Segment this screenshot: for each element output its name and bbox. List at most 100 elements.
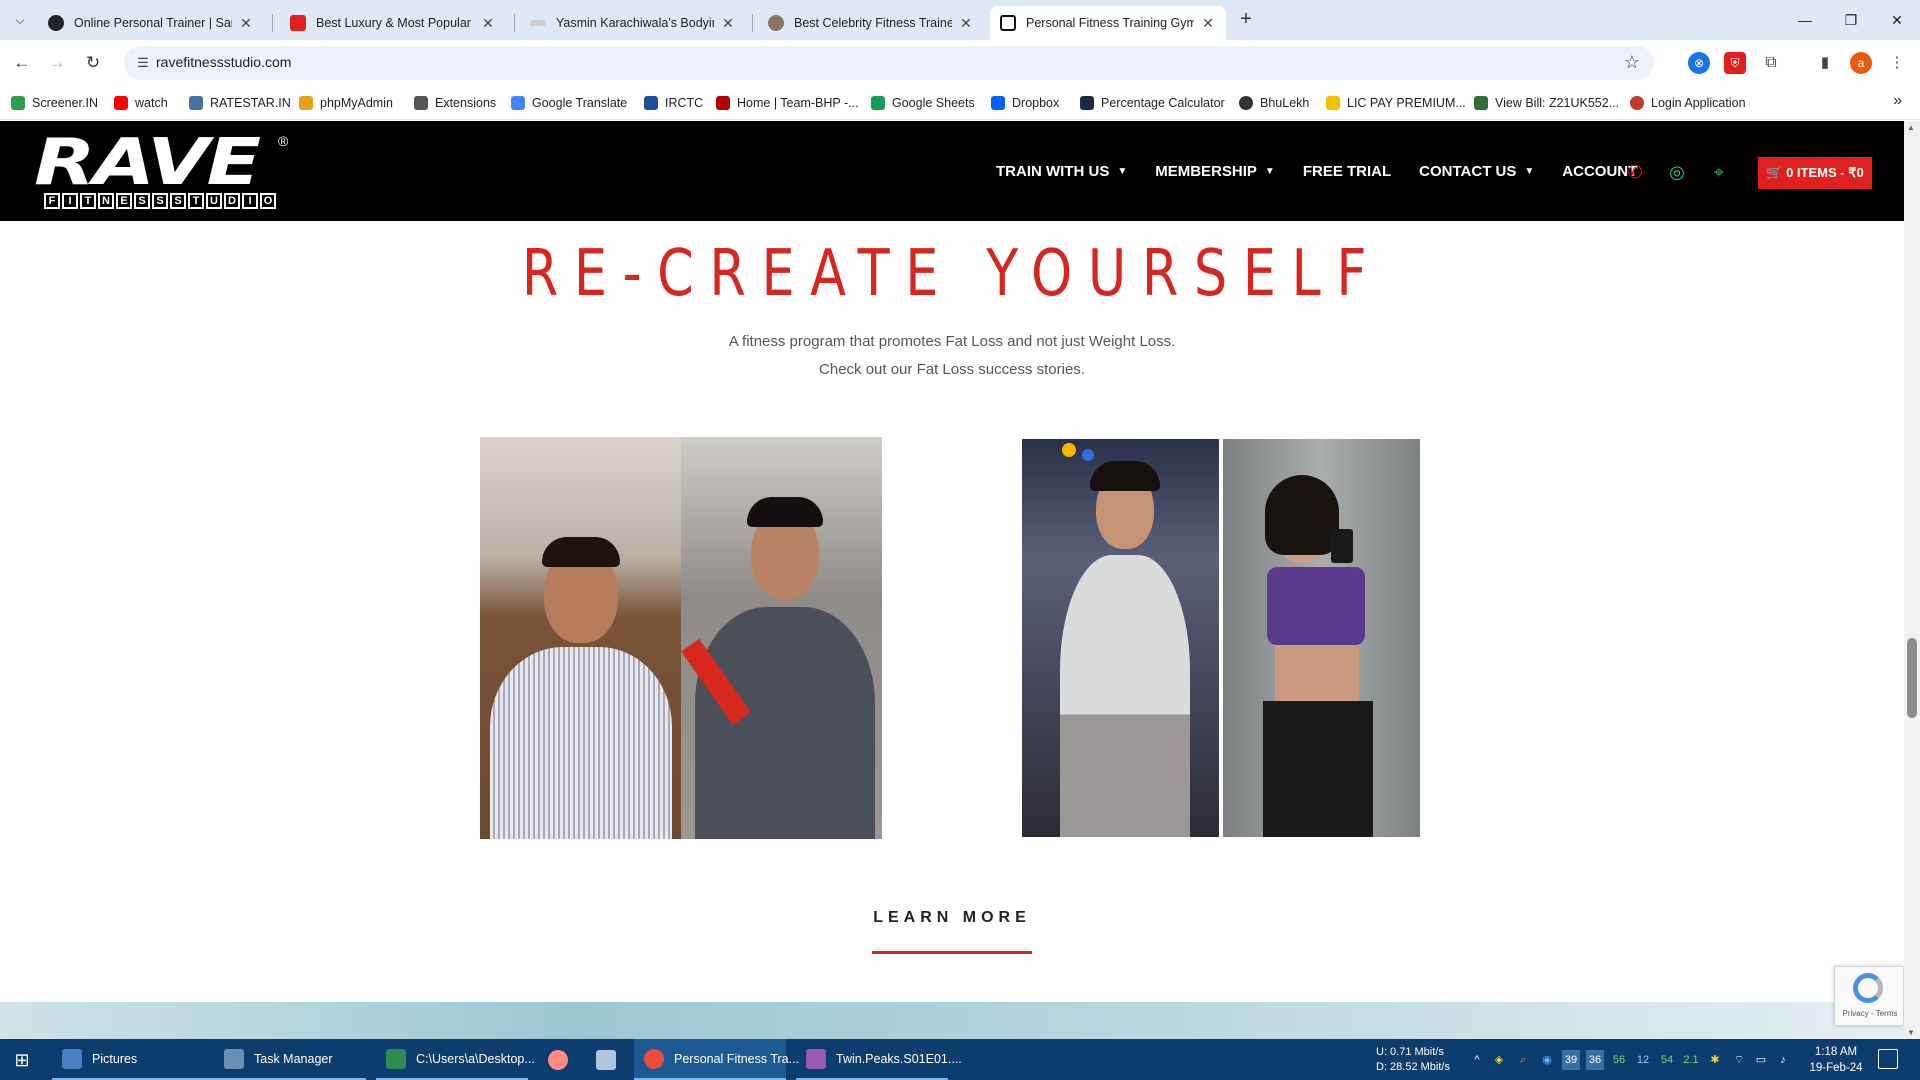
whatsapp-icon[interactable]: ◎: [1666, 161, 1688, 183]
tray-number[interactable]: 2.1: [1682, 1050, 1700, 1070]
tray-volume-icon[interactable]: ♪: [1774, 1050, 1792, 1070]
cart-button[interactable]: 🛒 0 ITEMS - ₹0: [1758, 157, 1872, 189]
bookmark-label: IRCTC: [665, 96, 704, 110]
before-person-hair: [542, 537, 620, 567]
taskbar-pictures[interactable]: Pictures: [52, 1039, 228, 1080]
bookmark-item[interactable]: LIC PAY PREMIUM...: [1326, 94, 1466, 112]
restore-icon[interactable]: ❐: [1836, 8, 1866, 32]
taskbar-explorer[interactable]: C:\Users\a\Desktop...: [376, 1039, 535, 1080]
tray-number[interactable]: 12: [1634, 1050, 1652, 1070]
success-story-image-1[interactable]: [480, 437, 882, 839]
tab-close-icon[interactable]: ✕: [238, 15, 254, 32]
tab-5-active[interactable]: Personal Fitness Training Gym in ✕: [990, 6, 1226, 40]
tab-2[interactable]: Best Luxury & Most Popular Gy ✕: [280, 6, 506, 40]
new-tab-icon[interactable]: +: [1234, 8, 1258, 32]
after-photo: [681, 437, 882, 839]
extensions-puzzle-icon[interactable]: ⧉: [1760, 52, 1782, 74]
task-manager-icon: [224, 1048, 244, 1069]
taskbar-app-icon[interactable]: [586, 1039, 626, 1080]
tray-app-icon[interactable]: ◈: [1490, 1050, 1508, 1070]
scrollbar-thumb[interactable]: [1907, 638, 1917, 718]
bookmark-item[interactable]: watch: [114, 94, 168, 112]
bookmark-item[interactable]: Percentage Calculator: [1080, 94, 1225, 112]
forward-icon[interactable]: →: [45, 51, 69, 75]
logo-letter: F: [44, 193, 60, 209]
bookmark-item[interactable]: Login Application: [1630, 94, 1746, 112]
success-story-image-2[interactable]: [1022, 439, 1420, 837]
bookmark-item[interactable]: Screener.IN: [11, 94, 98, 112]
address-url[interactable]: ravefitnessstudio.com: [156, 54, 291, 70]
tab-3-favicon-icon: [530, 20, 546, 26]
after-sports-bra: [1267, 567, 1365, 645]
tray-app-icon[interactable]: ✱: [1706, 1050, 1724, 1070]
recaptcha-badge[interactable]: Privacy - Terms: [1834, 966, 1904, 1026]
tab-1[interactable]: Online Personal Trainer | Sarah ✕: [38, 6, 264, 40]
bookmark-item[interactable]: Dropbox: [991, 94, 1059, 112]
bookmark-item[interactable]: BhuLekh: [1239, 94, 1309, 112]
logo-letter: I: [62, 193, 78, 209]
tab-close-icon[interactable]: ✕: [720, 15, 736, 32]
taskbar-label: Pictures: [92, 1051, 138, 1066]
tray-chevron-up-icon[interactable]: ^: [1470, 1050, 1484, 1070]
bookmark-item[interactable]: Google Translate: [511, 94, 627, 112]
phone-icon[interactable]: ✆: [1624, 161, 1646, 183]
reload-icon[interactable]: ↻: [81, 51, 105, 75]
logo-letter: S: [134, 193, 150, 209]
scroll-up-icon[interactable]: ▲: [1907, 123, 1915, 132]
bookmark-item[interactable]: Home | Team-BHP -...: [716, 94, 859, 112]
bookmark-item[interactable]: phpMyAdmin: [299, 94, 393, 112]
more-bookmarks-icon[interactable]: »: [1893, 92, 1902, 110]
bookmark-star-icon[interactable]: ☆: [1624, 52, 1640, 73]
browser-menu-icon[interactable]: ⋮: [1886, 52, 1908, 74]
tray-search-icon[interactable]: ⌕: [1514, 1050, 1532, 1070]
taskbar-media-player[interactable]: Twin.Peaks.S01E01....: [796, 1039, 962, 1080]
address-bar[interactable]: ☰ ravefitnessstudio.com ☆: [124, 46, 1654, 80]
close-window-icon[interactable]: ✕: [1882, 8, 1912, 32]
taskbar-clock[interactable]: 1:18 AM 19-Feb-24: [1806, 1044, 1866, 1076]
bookmark-item[interactable]: IRCTC: [644, 94, 703, 112]
tray-number[interactable]: 56: [1610, 1050, 1628, 1070]
tray-network-icon[interactable]: ▭: [1752, 1050, 1770, 1070]
tray-number[interactable]: 54: [1658, 1050, 1676, 1070]
minimize-icon[interactable]: —: [1790, 8, 1820, 32]
tab-3[interactable]: Yasmin Karachiwala's Bodyimag ✕: [520, 6, 746, 40]
recaptcha-text[interactable]: Privacy - Terms: [1835, 1009, 1904, 1018]
extension-icon[interactable]: ⊗: [1688, 52, 1710, 74]
notification-center-icon[interactable]: [1878, 1049, 1898, 1069]
tab-4[interactable]: Best Celebrity Fitness Trainer in ✕: [758, 6, 984, 40]
tab-close-icon[interactable]: ✕: [958, 15, 974, 32]
shield-extension-icon[interactable]: ⛨: [1724, 52, 1746, 74]
bookmark-item[interactable]: RATESTAR.IN: [189, 94, 291, 112]
side-panel-icon[interactable]: ▮: [1814, 52, 1836, 74]
network-speed: U: 0.71 Mbit/s D: 28.52 Mbit/s: [1376, 1045, 1450, 1075]
rave-logo[interactable]: RAVE ® F I T N E S S S T U D I O: [34, 131, 296, 211]
nav-free-trial[interactable]: FREE TRIAL: [1303, 163, 1391, 180]
back-icon[interactable]: ←: [10, 51, 34, 75]
bookmark-item[interactable]: Google Sheets: [871, 94, 975, 112]
bookmark-favicon-icon: [716, 96, 730, 110]
page-scrollbar[interactable]: ▲ ▼: [1904, 121, 1920, 1039]
profile-avatar[interactable]: a: [1850, 52, 1872, 74]
learn-more-button[interactable]: LEARN MORE: [872, 909, 1032, 945]
bookmark-item[interactable]: View Bill: Z21UK552...: [1474, 94, 1619, 112]
tab-search-chevron-icon[interactable]: ⌵: [10, 10, 30, 30]
tab-close-icon[interactable]: ✕: [1200, 15, 1216, 32]
tab-2-favicon-icon: [290, 15, 306, 31]
site-info-icon[interactable]: ☰: [134, 54, 152, 72]
nav-train-with-us[interactable]: TRAIN WITH US ▼: [996, 163, 1127, 180]
map-pin-icon[interactable]: ⌖: [1708, 161, 1730, 183]
tray-globe-icon[interactable]: ◉: [1538, 1050, 1556, 1070]
tray-wifi-icon[interactable]: ⌔: [1730, 1050, 1748, 1070]
nav-contact-us[interactable]: CONTACT US ▼: [1419, 163, 1534, 180]
nav-membership[interactable]: MEMBERSHIP ▼: [1155, 163, 1275, 180]
bookmark-label: Home | Team-BHP -...: [737, 96, 859, 110]
windows-start-icon[interactable]: ⊞: [12, 1050, 32, 1070]
tray-number[interactable]: 36: [1586, 1050, 1604, 1070]
bookmark-item[interactable]: Extensions: [414, 94, 496, 112]
tab-close-icon[interactable]: ✕: [480, 15, 496, 32]
scroll-down-icon[interactable]: ▼: [1907, 1028, 1915, 1037]
taskbar-task-manager[interactable]: Task Manager: [214, 1039, 366, 1080]
taskbar-app-icon[interactable]: [538, 1039, 578, 1080]
taskbar-chrome[interactable]: Personal Fitness Tra...: [634, 1039, 799, 1080]
tray-number[interactable]: 39: [1562, 1050, 1580, 1070]
